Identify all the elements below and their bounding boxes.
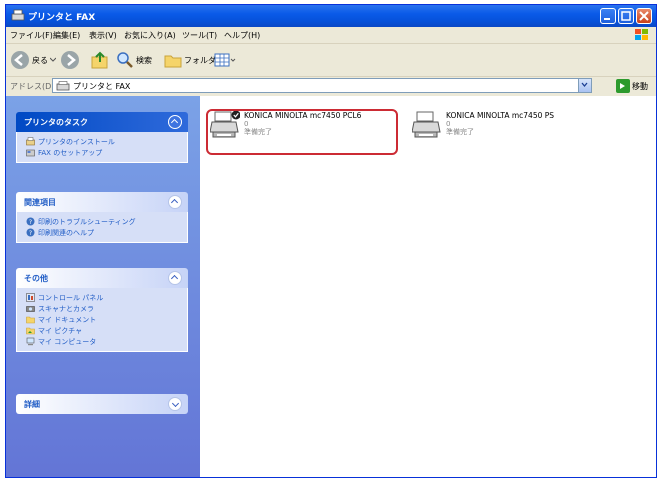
views-button[interactable]	[214, 50, 236, 70]
chevron-down-icon	[50, 57, 56, 62]
maximize-button[interactable]	[618, 8, 634, 24]
link-label: スキャナとカメラ	[38, 304, 94, 313]
up-folder-button[interactable]	[90, 50, 110, 70]
minimize-icon	[604, 18, 610, 20]
link-print-troubleshooting[interactable]: ? 印刷のトラブルシューティング	[17, 216, 187, 227]
title-bar[interactable]: プリンタと FAX	[6, 5, 656, 27]
printer-tasks-header[interactable]: プリンタのタスク	[16, 112, 188, 132]
maximize-icon	[621, 11, 631, 21]
menu-help[interactable]: ヘルプ(H)	[224, 30, 260, 41]
forward-arrow-icon	[61, 51, 79, 69]
menu-favorites[interactable]: お気に入り(A)	[124, 30, 176, 41]
link-label: 印刷関連のヘルプ	[38, 228, 94, 237]
folders-label: フォルダ	[184, 55, 216, 65]
folders-button[interactable]: フォルダ	[164, 50, 216, 70]
see-also-panel: 関連項目 ? 印刷のトラブルシューティング ? 印刷関連のヘルプ	[16, 192, 188, 243]
link-scanners-cameras[interactable]: スキャナとカメラ	[17, 303, 187, 314]
link-my-computer[interactable]: マイ コンピュータ	[17, 336, 187, 347]
link-fax-setup[interactable]: FAX のセットアップ	[17, 147, 187, 158]
address-label: アドレス(D)	[10, 82, 55, 91]
link-printing-help[interactable]: ? 印刷関連のヘルプ	[17, 227, 187, 238]
collapse-chevron-icon[interactable]	[168, 271, 182, 285]
explorer-window: プリンタと FAX ファイル(F) 編集(E) 表示(V) お気に入り(A) ツ…	[5, 4, 657, 478]
link-my-documents[interactable]: マイ ドキュメント	[17, 314, 187, 325]
link-label: FAX のセットアップ	[38, 148, 103, 157]
help-icon: ?	[26, 217, 35, 226]
expand-chevron-icon[interactable]	[168, 397, 182, 411]
address-field[interactable]: プリンタと FAX	[52, 78, 592, 93]
forward-button[interactable]	[60, 50, 80, 70]
svg-text:?: ?	[29, 230, 32, 237]
menu-view[interactable]: 表示(V)	[89, 30, 117, 41]
task-pane: プリンタのタスク プリンタのインストール FAX のセットアップ 関連項目 ? …	[6, 96, 200, 477]
details-panel: 詳細	[16, 394, 188, 414]
address-bar: アドレス(D) プリンタと FAX 移動	[6, 77, 656, 95]
selection-highlight	[206, 109, 398, 155]
fax-icon	[26, 149, 35, 157]
go-button[interactable]: 移動	[616, 79, 648, 93]
other-places-title: その他	[24, 274, 48, 283]
collapse-chevron-icon[interactable]	[168, 115, 182, 129]
see-also-header[interactable]: 関連項目	[16, 192, 188, 212]
windows-logo-icon	[635, 29, 648, 40]
back-label: 戻る	[32, 55, 48, 65]
close-icon	[639, 11, 649, 21]
collapse-chevron-icon[interactable]	[168, 195, 182, 209]
see-also-title: 関連項目	[24, 198, 56, 207]
back-arrow-icon	[11, 51, 29, 69]
address-value: プリンタと FAX	[73, 82, 131, 91]
up-folder-icon	[91, 51, 108, 69]
printer-status: 準備完了	[446, 128, 474, 136]
printer-tasks-title: プリンタのタスク	[24, 118, 88, 127]
printer-tasks-panel: プリンタのタスク プリンタのインストール FAX のセットアップ	[16, 112, 188, 163]
printer-name: KONICA MINOLTA mc7450 PS	[446, 111, 555, 120]
link-label: マイ コンピュータ	[38, 337, 97, 346]
menu-bar: ファイル(F) 編集(E) 表示(V) お気に入り(A) ツール(T) ヘルプ(…	[6, 27, 656, 44]
go-arrow-icon	[616, 79, 630, 93]
control-panel-icon	[26, 293, 35, 302]
window-title: プリンタと FAX	[28, 13, 96, 23]
printer-item-pcl6[interactable]: KONICA MINOLTA mc7450 PCL6 0 準備完了	[204, 106, 400, 155]
views-grid-icon	[214, 53, 236, 67]
back-dropdown[interactable]	[50, 50, 56, 70]
search-button[interactable]: 検索	[116, 50, 152, 70]
link-label: プリンタのインストール	[38, 137, 115, 146]
link-control-panel[interactable]: コントロール パネル	[17, 292, 187, 303]
svg-text:?: ?	[29, 219, 32, 226]
help-icon: ?	[26, 228, 35, 237]
scanner-camera-icon	[26, 306, 35, 312]
link-my-pictures[interactable]: マイ ピクチャ	[17, 325, 187, 336]
details-title: 詳細	[24, 400, 40, 409]
back-button[interactable]: 戻る	[10, 50, 48, 70]
other-places-header[interactable]: その他	[16, 268, 188, 288]
printer-folder-icon	[56, 81, 70, 91]
details-header[interactable]: 詳細	[16, 394, 188, 414]
link-label: 印刷のトラブルシューティング	[38, 217, 136, 226]
computer-icon	[26, 337, 35, 346]
printer-icon	[412, 111, 441, 138]
go-label: 移動	[632, 81, 648, 91]
link-add-printer[interactable]: プリンタのインストール	[17, 136, 187, 147]
folder-icon	[164, 55, 182, 68]
other-places-panel: その他 コントロール パネル スキャナとカメラ マイ ドキュメント マイ ピクチ…	[16, 268, 188, 352]
printer-list-view: KONICA MINOLTA mc7450 PCL6 0 準備完了 KONICA…	[200, 96, 656, 477]
link-label: コントロール パネル	[38, 293, 104, 302]
pictures-folder-icon	[26, 327, 35, 335]
menu-file[interactable]: ファイル(F)	[10, 30, 53, 41]
add-printer-icon	[26, 137, 35, 146]
printer-item-ps[interactable]: KONICA MINOLTA mc7450 PS 0 準備完了	[406, 106, 606, 146]
printer-folder-icon	[11, 9, 25, 21]
documents-folder-icon	[26, 316, 35, 324]
minimize-button[interactable]	[600, 8, 616, 24]
menu-edit[interactable]: 編集(E)	[53, 30, 80, 41]
standard-toolbar: 戻る 検索 フォルダ	[6, 44, 656, 77]
search-icon	[117, 52, 133, 68]
chevron-down-icon	[581, 82, 588, 88]
link-label: マイ ピクチャ	[38, 326, 83, 335]
menu-tools[interactable]: ツール(T)	[182, 30, 217, 41]
search-label: 検索	[136, 55, 152, 65]
link-label: マイ ドキュメント	[38, 315, 97, 324]
close-button[interactable]	[636, 8, 652, 24]
address-dropdown[interactable]	[578, 79, 591, 92]
